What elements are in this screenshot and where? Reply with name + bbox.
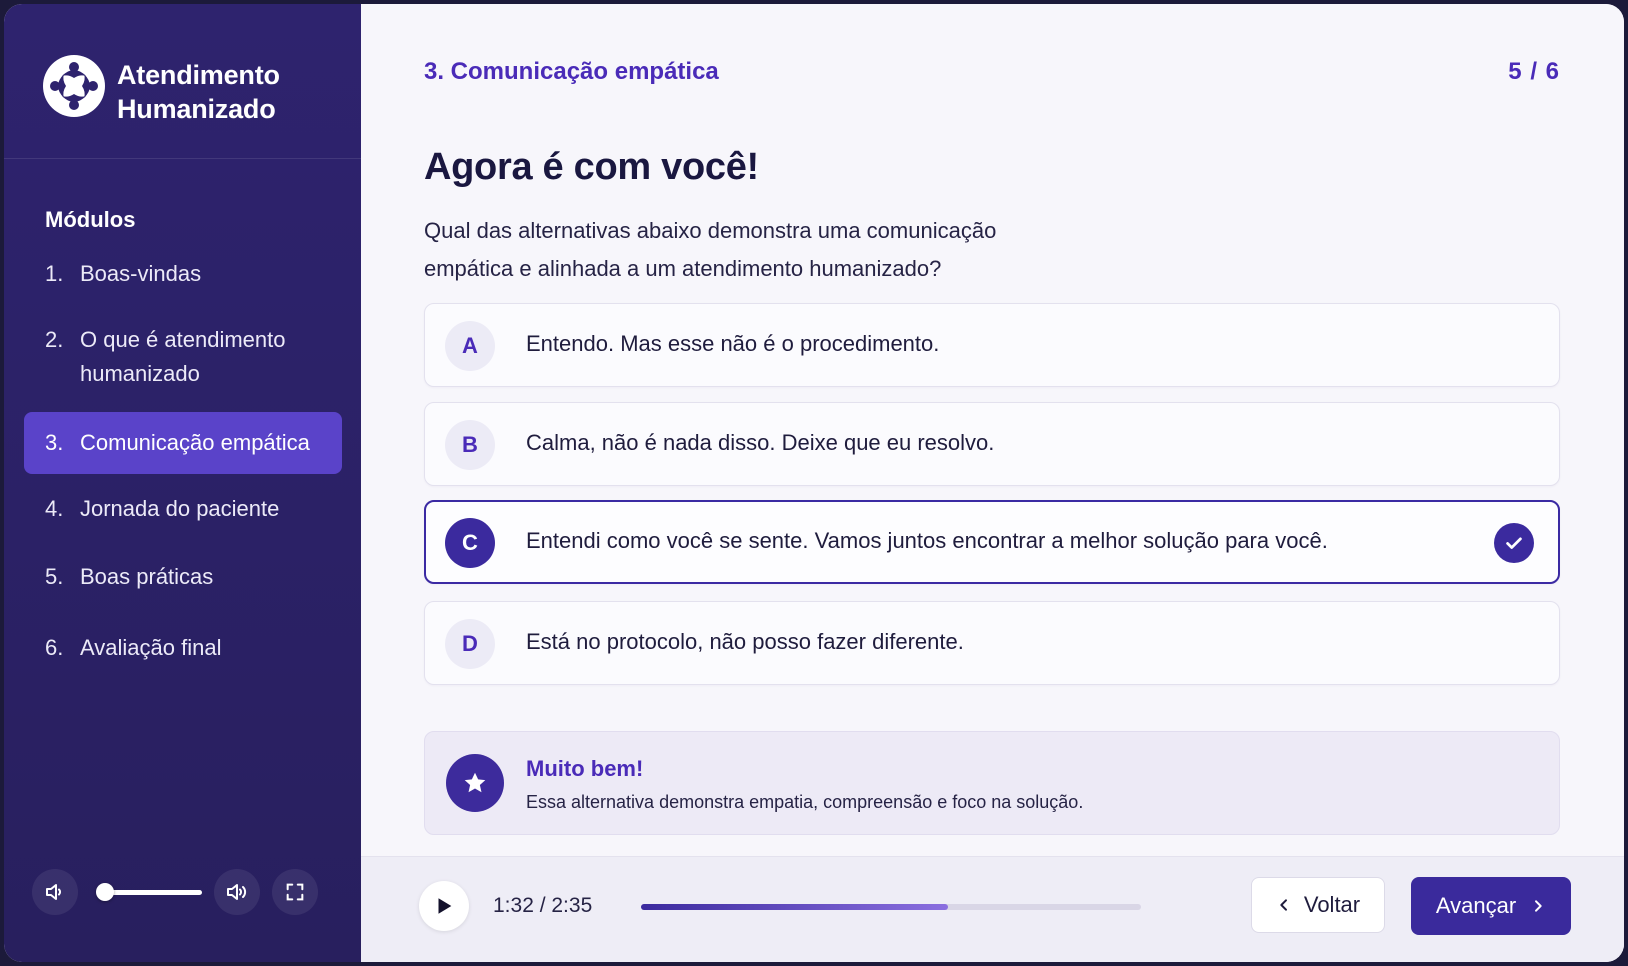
chevron-right-icon [1535, 900, 1542, 912]
sidebar-item-jornada-do-paciente[interactable]: 4. Jornada do paciente [24, 492, 342, 526]
module-label: Comunicação empática [80, 430, 310, 455]
play-button[interactable] [419, 881, 469, 931]
people-circle-icon [43, 55, 105, 117]
slide-counter: 5 / 6 [1508, 58, 1560, 85]
next-button-label: Avançar [1435, 893, 1517, 918]
feedback-text: Essa alternativa demonstra empatia, comp… [526, 792, 1084, 812]
player-bar: 1:32 / 2:35 Voltar Avançar [361, 856, 1624, 962]
sidebar-item-boas-praticas[interactable]: 5. Boas práticas [24, 560, 342, 594]
option-b[interactable]: B Calma, não é nada disso. Deixe que eu … [424, 402, 1560, 486]
option-letter: D [445, 619, 495, 669]
sidebar-item-o-que-e-atendimento[interactable]: 2. O que é atendimento humanizado [24, 323, 342, 391]
module-number: 6. [45, 635, 64, 660]
chevron-left-icon [1280, 899, 1287, 911]
app-window: Atendimento Humanizado Módulos 1. Boas-v… [4, 4, 1624, 962]
modules-heading: Módulos [45, 207, 136, 232]
brand-name: Atendimento Humanizado [117, 58, 280, 126]
option-letter: A [445, 321, 495, 371]
media-controls [32, 869, 332, 915]
feedback-box: Muito bem! Essa alternativa demonstra em… [424, 731, 1560, 835]
check-icon [1506, 537, 1522, 549]
module-label: Jornada do paciente [80, 496, 280, 521]
module-label: Avaliação final [80, 635, 222, 660]
sidebar-item-comunicacao-empatica[interactable]: 3. Comunicação empática [24, 412, 342, 474]
volume-low-icon [46, 884, 62, 900]
selected-check-badge [1494, 523, 1534, 563]
option-text: Calma, não é nada disso. Deixe que eu re… [526, 430, 995, 455]
sidebar: Atendimento Humanizado Módulos 1. Boas-v… [4, 4, 361, 962]
sidebar-item-boas-vindas[interactable]: 1. Boas-vindas [24, 257, 342, 291]
module-label: Boas-vindas [80, 261, 202, 286]
play-icon [438, 898, 452, 914]
option-text: Entendi como você se sente. Vamos juntos… [526, 528, 1328, 553]
module-number: 2. [45, 327, 64, 352]
option-letter: C [445, 518, 495, 568]
section-title: 3. Comunicação empática [424, 58, 719, 85]
back-button[interactable]: Voltar [1251, 877, 1385, 933]
volume-high-icon [227, 884, 247, 900]
option-text: Está no protocolo, não posso fazer difer… [526, 629, 964, 654]
module-number: 4. [45, 496, 64, 521]
time-readout: 1:32 / 2:35 [493, 894, 593, 917]
mute-button[interactable] [32, 869, 78, 915]
question-text: Qual das alternativas abaixo demonstra u… [424, 218, 997, 281]
option-d[interactable]: D Está no protocolo, não posso fazer dif… [424, 601, 1560, 685]
option-a[interactable]: A Entendo. Mas esse não é o procedimento… [424, 303, 1560, 387]
volume-slider-track[interactable] [102, 890, 202, 895]
brand-line-1: Atendimento [117, 60, 280, 90]
option-c[interactable]: C Entendi como você se sente. Vamos junt… [424, 500, 1560, 584]
brand-line-2: Humanizado [117, 94, 276, 124]
content-area: 3. Comunicação empática 5 / 6 Agora é co… [361, 4, 1624, 962]
fullscreen-button[interactable] [272, 869, 318, 915]
module-number: 5. [45, 564, 64, 589]
progress-fill [641, 904, 948, 910]
module-label: O que é atendimento humanizado [80, 327, 286, 386]
progress-track[interactable] [641, 904, 1141, 910]
module-label: Boas práticas [80, 564, 214, 589]
star-icon [464, 772, 486, 793]
feedback-title: Muito bem! [526, 756, 644, 781]
question-title: Agora é com você! [424, 146, 759, 188]
volume-slider-handle[interactable] [96, 883, 114, 901]
volume-up-button[interactable] [214, 869, 260, 915]
option-text: Entendo. Mas esse não é o procedimento. [526, 331, 940, 356]
option-letter: B [445, 420, 495, 470]
next-button[interactable]: Avançar [1411, 877, 1571, 935]
fullscreen-icon [286, 883, 304, 901]
sidebar-item-avaliacao-final[interactable]: 6. Avaliação final [24, 631, 342, 665]
module-number: 3. [45, 430, 64, 455]
brand-header: Atendimento Humanizado [4, 4, 361, 159]
module-number: 1. [45, 261, 64, 286]
star-badge [446, 754, 504, 812]
back-button-label: Voltar [1303, 892, 1361, 917]
